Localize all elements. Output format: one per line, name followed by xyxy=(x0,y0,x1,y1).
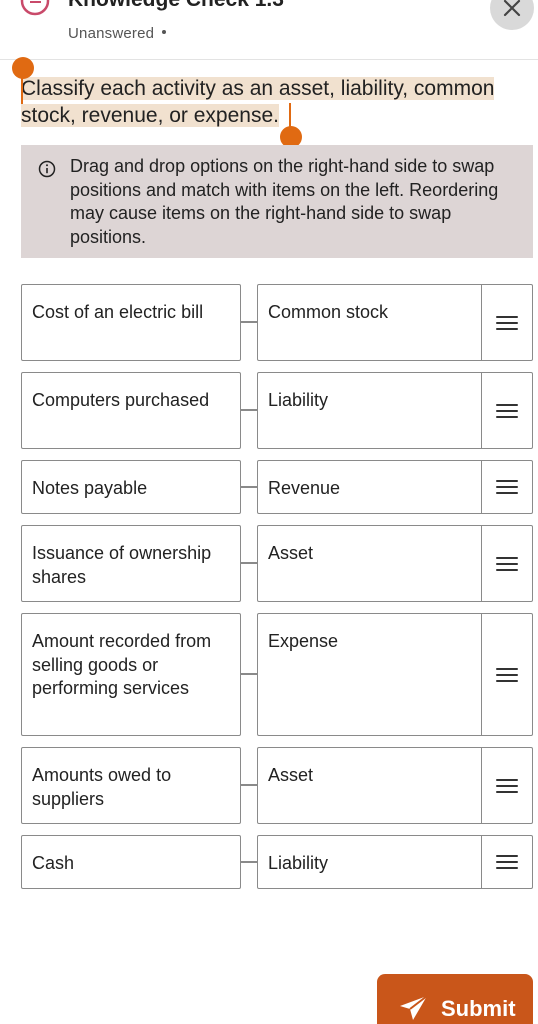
drag-handle-icon xyxy=(496,480,518,494)
activity-item: Cost of an electric bill xyxy=(21,284,241,361)
quiz-list-icon xyxy=(20,0,50,16)
match-row: Cash Liability xyxy=(21,835,533,889)
drag-handle-icon xyxy=(496,315,518,330)
page-title: Knowledge Check 1.3 xyxy=(68,0,284,12)
category-option[interactable]: Asset xyxy=(257,747,533,824)
row-connector xyxy=(241,673,257,675)
activity-item: Notes payable xyxy=(21,460,241,514)
category-option[interactable]: Revenue xyxy=(257,460,533,514)
row-connector xyxy=(241,784,257,786)
category-label: Asset xyxy=(268,543,314,563)
instructions-box: Drag and drop options on the right-hand … xyxy=(21,145,533,258)
drag-handle[interactable] xyxy=(481,836,532,888)
page: Knowledge Check 1.3 Unanswered Classify … xyxy=(0,0,538,1024)
drag-handle[interactable] xyxy=(481,526,532,601)
drag-handle[interactable] xyxy=(481,285,532,360)
activity-item: Amount recorded from selling goods or pe… xyxy=(21,613,241,736)
drag-handle[interactable] xyxy=(481,614,532,735)
header: Knowledge Check 1.3 Unanswered xyxy=(0,0,538,60)
match-row: Issuance of ownership shares Asset xyxy=(21,525,533,602)
activity-item: Issuance of ownership shares xyxy=(21,525,241,602)
instructions-text: Drag and drop options on the right-hand … xyxy=(70,156,499,247)
submit-button[interactable]: Submit xyxy=(377,974,533,1024)
row-connector xyxy=(241,321,257,323)
match-row: Amounts owed to suppliers Asset xyxy=(21,747,533,824)
category-option[interactable]: Liability xyxy=(257,835,533,889)
close-icon xyxy=(503,0,521,17)
selection-start-stem xyxy=(21,78,23,104)
row-connector xyxy=(241,486,257,488)
row-connector xyxy=(241,409,257,411)
match-row: Cost of an electric bill Common stock xyxy=(21,284,533,361)
category-label: Common stock xyxy=(268,302,389,322)
category-label: Liability xyxy=(268,390,329,410)
match-row: Notes payable Revenue xyxy=(21,460,533,514)
drag-handle[interactable] xyxy=(481,748,532,823)
category-option[interactable]: Expense xyxy=(257,613,533,736)
question-prompt: Classify each activity as an asset, liab… xyxy=(21,75,533,129)
drag-handle-icon xyxy=(496,855,518,869)
activity-item: Computers purchased xyxy=(21,372,241,449)
match-row: Computers purchased Liability xyxy=(21,372,533,449)
row-connector xyxy=(241,861,257,863)
send-icon xyxy=(400,995,428,1020)
submit-label: Submit xyxy=(441,996,516,1021)
drag-handle[interactable] xyxy=(481,461,532,513)
category-label: Liability xyxy=(268,853,329,873)
drag-handle-icon xyxy=(496,778,518,793)
row-connector xyxy=(241,562,257,564)
match-row: Amount recorded from selling goods or pe… xyxy=(21,613,533,736)
status-text: Unanswered xyxy=(68,25,167,42)
activity-item: Cash xyxy=(21,835,241,889)
drag-handle-icon xyxy=(496,667,518,682)
category-label: Asset xyxy=(268,765,314,785)
status-dot xyxy=(162,30,167,35)
drag-handle-icon xyxy=(496,403,518,418)
selection-start-handle[interactable] xyxy=(12,57,34,79)
activity-item: Amounts owed to suppliers xyxy=(21,747,241,824)
category-label: Revenue xyxy=(268,478,341,498)
prompt-text: Classify each activity as an asset, liab… xyxy=(21,77,495,127)
drag-handle[interactable] xyxy=(481,373,532,448)
category-option[interactable]: Liability xyxy=(257,372,533,449)
close-button[interactable] xyxy=(490,0,534,30)
category-label: Expense xyxy=(268,631,339,651)
info-icon xyxy=(38,160,56,178)
drag-handle-icon xyxy=(496,556,518,571)
category-option[interactable]: Common stock xyxy=(257,284,533,361)
category-option[interactable]: Asset xyxy=(257,525,533,602)
